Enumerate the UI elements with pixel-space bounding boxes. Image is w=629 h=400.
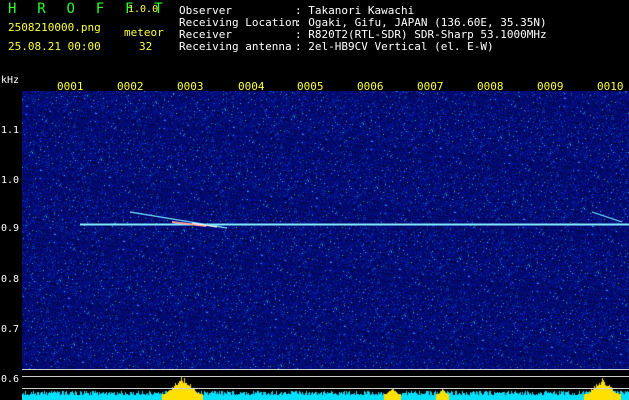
spectrogram: [22, 91, 629, 400]
meteor-echo: [591, 211, 623, 223]
meteor-count: 32: [139, 40, 153, 53]
info-value-antenna: : 2el-HB9CV Vertical (el. E-W): [295, 40, 494, 53]
file-name: 2508210000.png: [8, 21, 101, 34]
file-datetime: 25.08.21 00:00: [8, 40, 101, 53]
header: H R O F F T 1.0.0 2508210000.png 25.08.2…: [0, 0, 629, 78]
y-tick-label: 0.8: [1, 274, 20, 285]
y-tick-label: 1.0: [1, 175, 20, 186]
y-tick-label: 0.7: [1, 324, 20, 335]
unit-label: kHz: [1, 75, 20, 86]
app-version: 1.0.0: [128, 4, 159, 15]
info-key-antenna: Receiving antenna: [179, 40, 292, 53]
meteor-label: meteor: [124, 26, 164, 39]
y-tick-label: 0.6: [1, 374, 20, 385]
y-tick-label: 0.9: [1, 223, 20, 234]
y-tick-label: 1.1: [1, 125, 20, 136]
spectrogram-overlay: [22, 211, 629, 389]
